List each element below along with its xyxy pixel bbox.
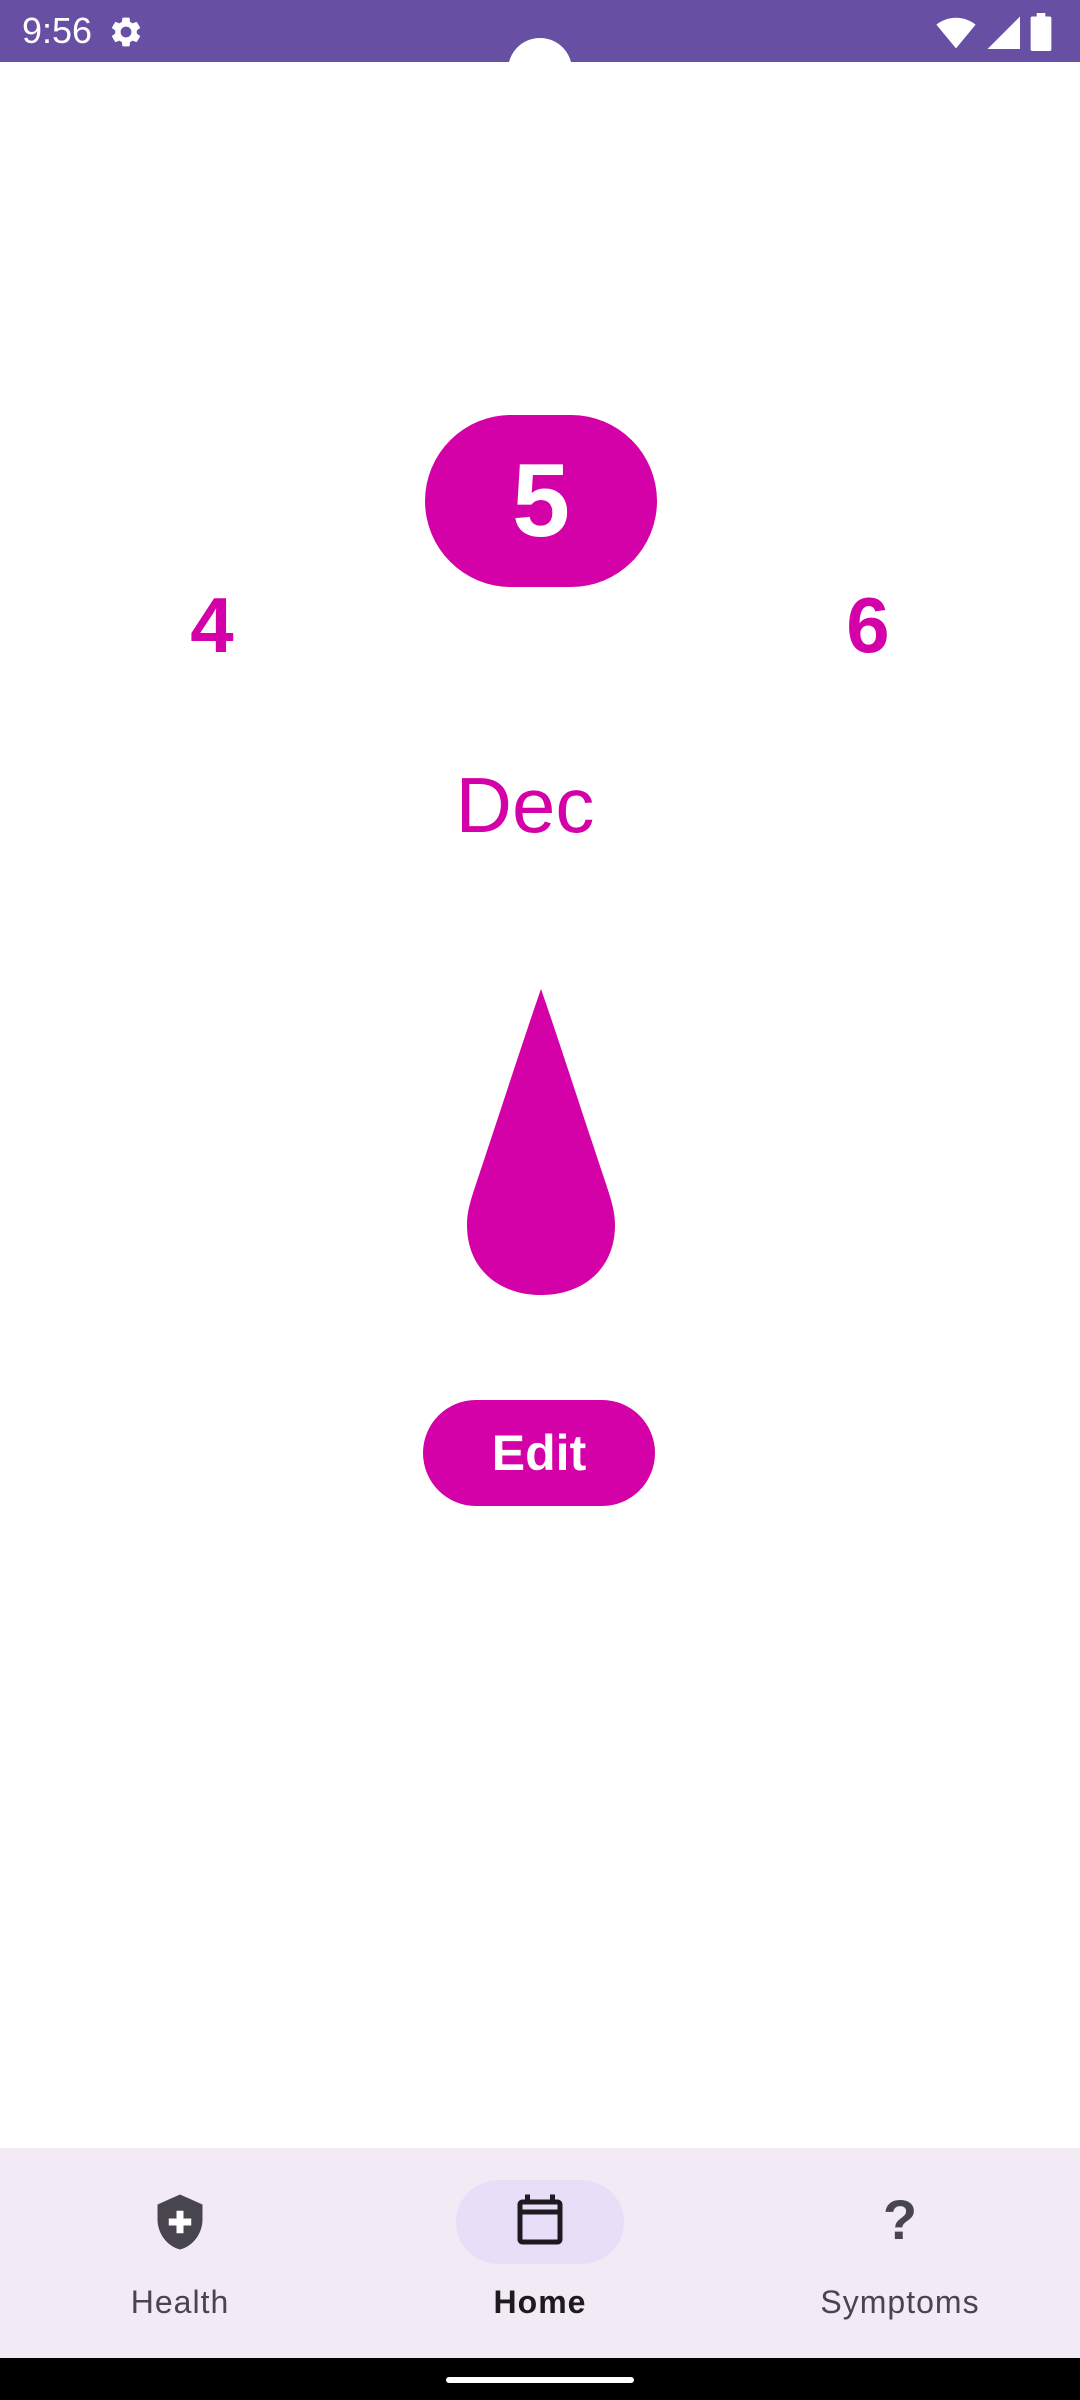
status-time: 9:56: [22, 10, 93, 51]
next-day-button[interactable]: 6: [813, 575, 923, 675]
shield-plus-icon: [157, 2194, 203, 2250]
nav-label-home: Home: [493, 2284, 587, 2320]
nav-label-health: Health: [130, 2284, 230, 2320]
month-label: Dec: [455, 760, 595, 849]
question-mark-icon: ?: [882, 2188, 918, 2251]
edit-button[interactable]: Edit: [423, 1400, 655, 1506]
nav-item-home[interactable]: Home: [360, 2148, 720, 2358]
battery-icon: [1030, 13, 1052, 51]
cell-signal-icon: [987, 16, 1020, 49]
gesture-navigation-bar: [0, 2358, 1080, 2400]
wifi-icon: [936, 17, 976, 49]
nav-label-symptoms: Symptoms: [820, 2284, 980, 2320]
blood-drop-icon: [467, 989, 615, 1295]
nav-item-symptoms[interactable]: ? Symptoms: [720, 2148, 1080, 2358]
camera-cutout: [508, 38, 572, 102]
home-gesture-handle[interactable]: [446, 2377, 634, 2383]
current-day-button[interactable]: 5: [425, 415, 657, 587]
bottom-navigation: Health Home ? Symptoms: [0, 2148, 1080, 2358]
status-icons: [936, 12, 1052, 52]
previous-day-button[interactable]: 4: [157, 575, 267, 675]
nav-item-health[interactable]: Health: [0, 2148, 360, 2358]
app-screen: 9:56 5 4 6 Dec Edit Health Home ? Sympto…: [0, 0, 1080, 2400]
gear-icon: [111, 17, 141, 47]
calendar-icon: [517, 2194, 563, 2245]
